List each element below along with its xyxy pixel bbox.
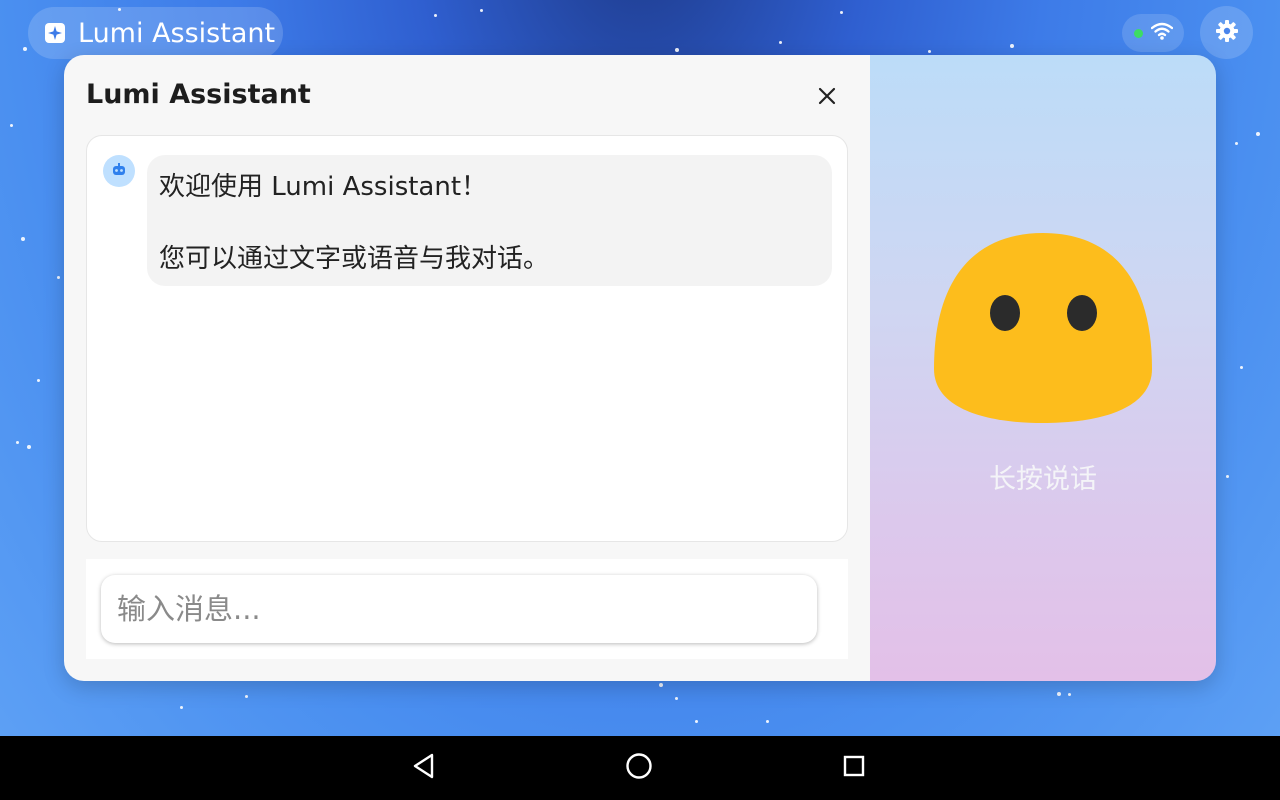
chat-pane: Lumi Assistant 欢迎使用 Lumi Assistant！ 您可以通… xyxy=(64,55,870,681)
message-input[interactable] xyxy=(101,575,817,643)
message-bubble: 欢迎使用 Lumi Assistant！ 您可以通过文字或语音与我对话。 xyxy=(147,155,832,286)
hold-to-talk-label: 长按说话 xyxy=(989,464,1097,495)
connection-status[interactable] xyxy=(1122,14,1184,52)
app-title: Lumi Assistant xyxy=(78,17,276,49)
gear-icon xyxy=(1215,19,1239,47)
wifi-icon xyxy=(1150,22,1174,44)
assistant-dialog: Lumi Assistant 欢迎使用 Lumi Assistant！ 您可以通… xyxy=(64,55,1216,681)
settings-button[interactable] xyxy=(1200,6,1253,59)
avatar xyxy=(103,155,135,187)
status-dot xyxy=(1134,28,1143,38)
mascot-voice-button[interactable] xyxy=(928,229,1158,425)
close-icon xyxy=(818,87,836,109)
dialog-title: Lumi Assistant xyxy=(86,79,311,110)
recents-square-icon xyxy=(842,754,866,782)
sparkle-icon xyxy=(44,22,66,44)
home-circle-icon xyxy=(625,752,653,784)
voice-pane: 长按说话 xyxy=(870,55,1216,681)
mascot-eye-right xyxy=(1067,295,1097,331)
message-list[interactable]: 欢迎使用 Lumi Assistant！ 您可以通过文字或语音与我对话。 xyxy=(86,135,848,542)
back-button[interactable] xyxy=(409,753,439,783)
close-button[interactable] xyxy=(810,81,844,115)
robot-icon xyxy=(111,162,127,181)
app-title-pill[interactable]: Lumi Assistant xyxy=(28,7,283,59)
back-triangle-icon xyxy=(412,753,436,783)
home-button[interactable] xyxy=(624,753,654,783)
recents-button[interactable] xyxy=(839,753,869,783)
message-text: 您可以通过文字或语音与我对话。 xyxy=(159,244,550,274)
message-text: 欢迎使用 Lumi Assistant！ xyxy=(159,172,488,202)
system-nav-bar xyxy=(0,736,1280,800)
composer xyxy=(86,559,848,659)
mascot-eye-left xyxy=(990,295,1020,331)
